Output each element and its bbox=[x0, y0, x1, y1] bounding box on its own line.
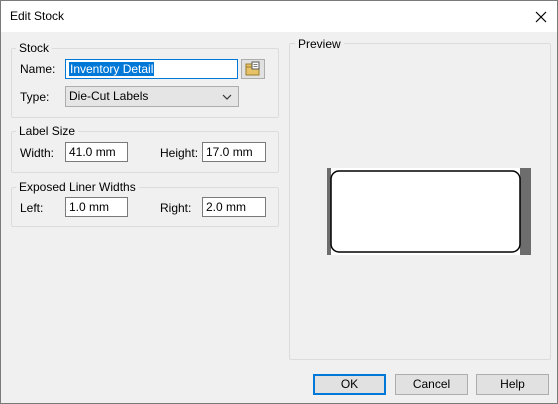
type-dropdown-value: Die-Cut Labels bbox=[69, 89, 149, 103]
preview-group: Preview bbox=[289, 37, 551, 360]
edit-stock-dialog: Edit Stock Stock Name: Inventory Detail … bbox=[0, 0, 558, 404]
chevron-down-icon bbox=[222, 94, 232, 100]
label-preview bbox=[327, 168, 531, 255]
help-button[interactable]: Help bbox=[476, 374, 549, 395]
stock-group: Stock Name: Inventory Detail Type: Die-C… bbox=[11, 41, 279, 118]
window-title: Edit Stock bbox=[10, 9, 65, 23]
type-label: Type: bbox=[20, 90, 50, 104]
browse-button[interactable] bbox=[241, 59, 265, 79]
cancel-button[interactable]: Cancel bbox=[395, 374, 468, 395]
name-field-value: Inventory Detail bbox=[69, 62, 155, 76]
name-field[interactable]: Inventory Detail bbox=[65, 59, 238, 79]
height-label: Height: bbox=[160, 146, 199, 160]
height-field[interactable]: 17.0 mm bbox=[202, 142, 266, 162]
left-label: Left: bbox=[20, 201, 44, 215]
right-label: Right: bbox=[160, 201, 192, 215]
close-icon bbox=[535, 11, 547, 22]
left-liner-field[interactable]: 1.0 mm bbox=[65, 197, 128, 217]
liner-widths-group: Exposed Liner Widths Left: 1.0 mm Right:… bbox=[11, 180, 279, 227]
title-bar: Edit Stock bbox=[1, 1, 557, 32]
folder-browse-icon bbox=[245, 61, 260, 76]
name-label: Name: bbox=[20, 62, 56, 76]
stock-legend: Stock bbox=[16, 41, 53, 55]
ok-button[interactable]: OK bbox=[313, 374, 386, 395]
right-liner-field[interactable]: 2.0 mm bbox=[202, 197, 266, 217]
type-dropdown[interactable]: Die-Cut Labels bbox=[65, 86, 239, 107]
width-field[interactable]: 41.0 mm bbox=[65, 142, 128, 162]
width-label: Width: bbox=[20, 146, 55, 160]
close-button[interactable] bbox=[525, 1, 557, 32]
liner-legend: Exposed Liner Widths bbox=[16, 180, 139, 194]
preview-legend: Preview bbox=[295, 37, 344, 51]
label-size-group: Label Size Width: 41.0 mm Height: 17.0 m… bbox=[11, 124, 279, 173]
label-size-legend: Label Size bbox=[16, 124, 79, 138]
